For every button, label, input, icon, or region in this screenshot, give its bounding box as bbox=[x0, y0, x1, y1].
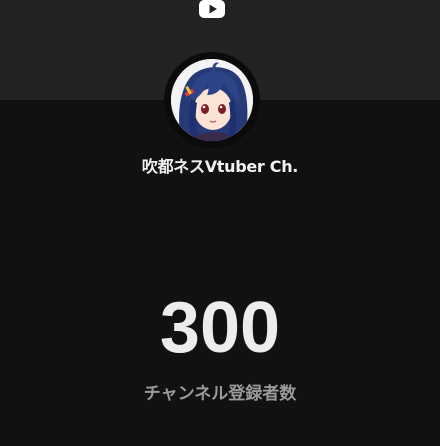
avatar-frame bbox=[164, 52, 260, 148]
youtube-icon[interactable] bbox=[199, 0, 225, 18]
avatar[interactable] bbox=[171, 59, 253, 141]
channel-name[interactable]: 吹都ネスVtuber Ch. bbox=[0, 153, 440, 177]
subscriber-count: 300 bbox=[159, 288, 281, 368]
subscriber-count-label: チャンネル登録者数 bbox=[143, 384, 297, 404]
subscriber-counter-page: 吹都ネスVtuber Ch. 300 チャンネル登録者数 bbox=[0, 0, 440, 446]
